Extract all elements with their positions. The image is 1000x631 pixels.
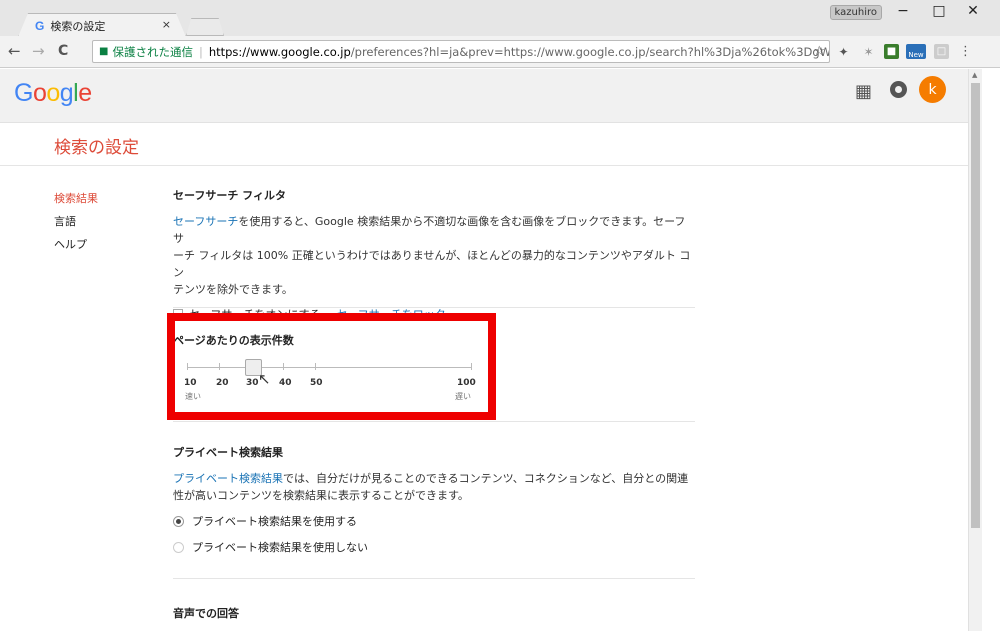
page-title: 検索の設定 <box>54 138 139 158</box>
nav-item-language[interactable]: 言語 <box>54 210 98 233</box>
omnibox-separator: | <box>198 44 203 59</box>
logo-letter: o <box>46 79 60 107</box>
reload-icon[interactable]: C <box>58 43 68 59</box>
secure-connection-label[interactable]: 保護された通信 <box>112 44 193 60</box>
nav-item-help[interactable]: ヘルプ <box>54 233 98 256</box>
private-results-link[interactable]: プライベート検索結果 <box>173 472 283 485</box>
safesearch-title: セーフサーチ フィルタ <box>173 189 286 202</box>
page-heading-bar: 検索の設定 <box>0 123 968 166</box>
title-bar: G 検索の設定 × kazuhiro − □ ✕ <box>0 0 1000 37</box>
section-divider <box>173 421 695 422</box>
extension-new-icon[interactable]: New <box>906 44 926 59</box>
logo-letter: e <box>78 79 92 107</box>
address-bar[interactable]: ■ 保護された通信 | https://www.google.co.jp/pre… <box>92 40 830 63</box>
avatar[interactable]: k <box>919 76 946 103</box>
back-arrow-icon[interactable]: ← <box>8 42 21 60</box>
tab-close-icon[interactable]: × <box>162 18 171 31</box>
private-results-use-radio[interactable] <box>173 515 184 527</box>
logo-letter: G <box>14 79 33 107</box>
private-results-section: プライベート検索結果 プライベート検索結果では、自分だけが見ることのできるコンテ… <box>173 444 698 555</box>
section-divider <box>173 578 695 579</box>
annotation-highlight-box <box>167 313 496 420</box>
lock-icon: ■ <box>99 46 109 57</box>
private-results-not-use-radio[interactable] <box>173 541 184 553</box>
logo-letter: o <box>32 79 47 107</box>
url-host: https://www.google.co.jp <box>208 44 351 59</box>
extension-green-icon[interactable]: ■ <box>884 44 899 59</box>
bookmark-star-icon[interactable]: ☆ <box>813 44 825 59</box>
new-tab-button[interactable] <box>186 18 224 36</box>
private-results-description: プライベート検索結果では、自分だけが見ることのできるコンテンツ、コネクションなど… <box>173 470 693 504</box>
private-results-desc-line: では、自分だけが見ることのできるコンテンツ、コネクションなど、自分との関連 <box>283 472 689 485</box>
extension-grey-icon[interactable]: □ <box>934 44 949 59</box>
extension-sparkle-icon[interactable]: ✶ <box>861 44 876 59</box>
private-results-use-row[interactable]: プライベート検索結果を使用する <box>173 513 698 529</box>
safesearch-section: セーフサーチ フィルタ セーフサーチを使用すると、Google 検索結果から不適… <box>173 187 698 322</box>
google-logo[interactable]: Google <box>14 79 92 108</box>
minimize-icon[interactable]: − <box>892 3 914 19</box>
browser-tab[interactable]: G 検索の設定 × <box>18 13 186 37</box>
safesearch-description: セーフサーチを使用すると、Google 検索結果から不適切な画像を含む画像をブロ… <box>173 213 693 298</box>
maximize-icon[interactable]: □ <box>928 3 950 19</box>
forward-arrow-icon[interactable]: → <box>32 42 45 60</box>
scroll-up-arrow-icon[interactable]: ▲ <box>972 71 977 79</box>
url-path: /preferences?hl=ja&prev=https://www.goog… <box>350 44 830 59</box>
section-divider <box>173 307 695 308</box>
private-results-use-label[interactable]: プライベート検索結果を使用する <box>192 513 357 529</box>
private-results-not-use-row[interactable]: プライベート検索結果を使用しない <box>173 539 698 555</box>
google-favicon-icon: G <box>35 18 45 33</box>
private-results-not-use-label[interactable]: プライベート検索結果を使用しない <box>192 539 368 555</box>
close-window-icon[interactable]: ✕ <box>962 3 984 19</box>
voice-title: 音声での回答 <box>173 607 239 620</box>
nav-item-search-results[interactable]: 検索結果 <box>54 187 98 210</box>
scrollbar-thumb[interactable] <box>971 83 980 528</box>
private-results-title: プライベート検索結果 <box>173 446 283 459</box>
tab-title: 検索の設定 <box>50 19 106 33</box>
apps-grid-icon[interactable]: ▦ <box>855 81 872 102</box>
logo-letter: g <box>59 79 74 107</box>
safesearch-desc-line: ーチ フィルタは 100% 正確というわけではありませんが、ほとんどの暴力的なコ… <box>173 249 691 279</box>
settings-nav: 検索結果 言語 ヘルプ <box>54 187 98 256</box>
safesearch-desc-line: テンツを除外できます。 <box>173 283 293 296</box>
browser-toolbar: ← → C ■ 保護された通信 | https://www.google.co.… <box>0 36 1000 68</box>
google-header: Google ▦ k <box>0 69 968 123</box>
safesearch-desc-line: を使用すると、Google 検索結果から不適切な画像を含む画像をブロックできます… <box>173 215 686 245</box>
vertical-scrollbar[interactable]: ▲ <box>968 69 982 631</box>
notifications-icon[interactable] <box>890 81 907 98</box>
voice-section: 音声での回答 <box>173 605 698 621</box>
safesearch-link[interactable]: セーフサーチ <box>173 215 238 228</box>
browser-menu-icon[interactable]: ⋮ <box>958 44 973 59</box>
profile-user-chip[interactable]: kazuhiro <box>829 5 882 20</box>
private-results-desc-line: 性が高いコンテンツを検索結果に表示することができます。 <box>173 489 469 502</box>
extension-shield-icon[interactable]: ✦ <box>836 44 851 59</box>
